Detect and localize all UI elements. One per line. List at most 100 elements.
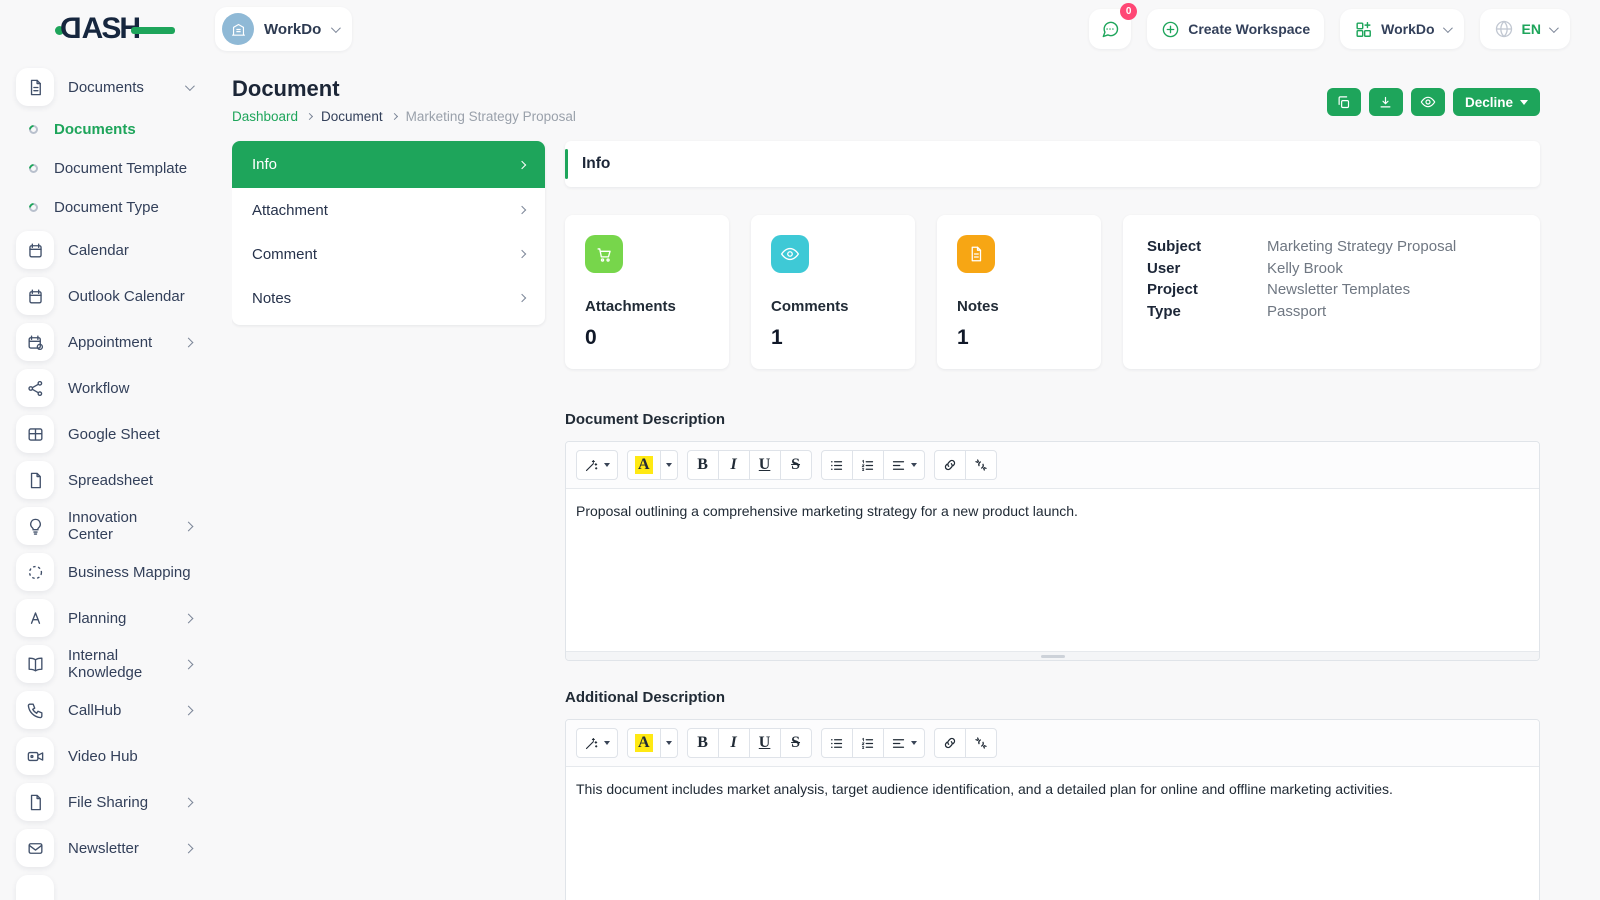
ordered-list-button[interactable] bbox=[851, 728, 884, 758]
sidebar-subitem-document-type[interactable]: Document Type bbox=[16, 192, 232, 223]
create-workspace-button[interactable]: Create Workspace bbox=[1147, 9, 1325, 49]
sidebar-item-google-sheet[interactable]: Google Sheet bbox=[16, 415, 232, 453]
workspace-selector[interactable]: WorkDo bbox=[215, 7, 353, 51]
strikethrough-button[interactable]: S bbox=[779, 450, 812, 480]
workdo-menu-button[interactable]: WorkDo bbox=[1340, 9, 1464, 49]
chat-bubble-icon bbox=[1102, 21, 1119, 38]
file-icon bbox=[16, 783, 54, 821]
sidebar-item-innovation-center[interactable]: Innovation Center bbox=[16, 507, 232, 545]
document-details-card: Subject Marketing Strategy Proposal User… bbox=[1123, 215, 1540, 369]
file-icon bbox=[16, 461, 54, 499]
sidebar-item-video-hub[interactable]: Video Hub bbox=[16, 737, 232, 775]
sidebar-item-documents-parent[interactable]: Documents bbox=[16, 68, 232, 106]
sidebar: Documents Documents Document Template Do… bbox=[0, 58, 232, 900]
breadcrumb-dashboard-link[interactable]: Dashboard bbox=[232, 109, 298, 124]
sidebar-item-file-sharing[interactable]: File Sharing bbox=[16, 783, 232, 821]
sidebar-item-newsletter[interactable]: Newsletter bbox=[16, 829, 232, 867]
phone-icon bbox=[16, 691, 54, 729]
chevron-right-icon bbox=[183, 843, 194, 853]
download-button[interactable] bbox=[1368, 88, 1403, 116]
bold-button[interactable]: B bbox=[686, 450, 719, 480]
unordered-list-button[interactable] bbox=[820, 728, 853, 758]
sidebar-item-callhub[interactable]: CallHub bbox=[16, 691, 232, 729]
sidebar-item-workflow[interactable]: Workflow bbox=[16, 369, 232, 407]
sidebar-item-business-mapping[interactable]: Business Mapping bbox=[16, 553, 232, 591]
detail-row-subject: Subject Marketing Strategy Proposal bbox=[1147, 238, 1457, 255]
stat-label: Notes bbox=[957, 298, 999, 315]
tab-attachment[interactable]: Attachment bbox=[232, 188, 545, 232]
sidebar-item-spreadsheet[interactable]: Spreadsheet bbox=[16, 461, 232, 499]
sidebar-item-calendar[interactable]: Calendar bbox=[16, 231, 232, 269]
sidebar-item-appointment[interactable]: Appointment bbox=[16, 323, 232, 361]
insert-link-button[interactable] bbox=[933, 728, 966, 758]
partial-icon bbox=[16, 875, 54, 900]
chevron-right-icon bbox=[183, 521, 194, 531]
align-left-icon bbox=[892, 738, 904, 748]
decline-dropdown-button[interactable]: Decline bbox=[1452, 88, 1540, 116]
info-panel-header: Info bbox=[565, 141, 1540, 187]
download-icon bbox=[1381, 96, 1391, 107]
sidebar-item-internal-knowledge[interactable]: Internal Knowledge bbox=[16, 645, 232, 683]
unlink-button[interactable] bbox=[964, 450, 997, 480]
file-text-icon bbox=[16, 68, 54, 106]
font-color-dropdown[interactable] bbox=[659, 728, 678, 758]
sidebar-item-planning[interactable]: Planning bbox=[16, 599, 232, 637]
chevron-right-icon bbox=[183, 613, 194, 623]
preview-button[interactable] bbox=[1410, 88, 1445, 116]
italic-button[interactable]: I bbox=[717, 450, 750, 480]
dash-logo[interactable]: DASH bbox=[55, 12, 175, 46]
additional-description-text[interactable]: This document includes market analysis, … bbox=[566, 767, 1539, 900]
unlink-icon bbox=[974, 459, 987, 471]
stat-label: Comments bbox=[771, 298, 849, 315]
workspace-avatar bbox=[222, 13, 255, 45]
caret-down-icon bbox=[665, 741, 672, 745]
underline-button[interactable]: U bbox=[748, 728, 781, 758]
paragraph-align-button[interactable] bbox=[882, 450, 925, 480]
caret-down-icon bbox=[910, 741, 917, 745]
font-color-button[interactable]: A bbox=[627, 728, 661, 758]
underline-button[interactable]: U bbox=[748, 450, 781, 480]
insert-link-button[interactable] bbox=[933, 450, 966, 480]
language-selector[interactable]: EN bbox=[1479, 9, 1570, 49]
book-icon bbox=[16, 645, 54, 683]
calendar-icon bbox=[16, 231, 54, 269]
sidebar-subitem-document-template[interactable]: Document Template bbox=[16, 153, 232, 184]
chevron-right-icon bbox=[517, 205, 527, 215]
eye-icon bbox=[1420, 96, 1436, 108]
sidebar-subitem-documents[interactable]: Documents bbox=[16, 114, 232, 145]
breadcrumb-document-link[interactable]: Document bbox=[321, 109, 383, 124]
copy-button[interactable] bbox=[1326, 88, 1361, 116]
style-dropdown-button[interactable] bbox=[576, 450, 618, 480]
breadcrumb: Dashboard Document Marketing Strategy Pr… bbox=[232, 109, 576, 124]
messages-button[interactable]: 0 bbox=[1089, 3, 1138, 49]
font-color-dropdown[interactable] bbox=[659, 450, 678, 480]
main-content: Document Dashboard Document Marketing St… bbox=[232, 58, 1600, 900]
tab-comment[interactable]: Comment bbox=[232, 232, 545, 276]
grid-add-icon bbox=[1356, 21, 1372, 37]
style-dropdown-button[interactable] bbox=[576, 728, 618, 758]
font-color-button[interactable]: A bbox=[627, 450, 661, 480]
building-icon bbox=[231, 23, 245, 36]
tab-info[interactable]: Info bbox=[232, 141, 545, 188]
ordered-list-button[interactable] bbox=[851, 450, 884, 480]
document-description-text[interactable]: Proposal outlining a comprehensive marke… bbox=[566, 489, 1539, 651]
editor-toolbar: A B I U S bbox=[566, 720, 1539, 767]
top-header: DASH WorkDo 0 Create Workspace WorkDo EN bbox=[0, 0, 1600, 58]
plus-circle-icon bbox=[1162, 21, 1179, 37]
editor-resize-handle[interactable] bbox=[566, 651, 1539, 660]
bold-button[interactable]: B bbox=[686, 728, 719, 758]
sidebar-item-partial[interactable] bbox=[16, 875, 232, 900]
paragraph-align-button[interactable] bbox=[882, 728, 925, 758]
editor-toolbar: A B I U S bbox=[566, 442, 1539, 489]
chevron-right-icon bbox=[517, 160, 527, 169]
unordered-list-button[interactable] bbox=[820, 450, 853, 480]
detail-row-project: Project Newsletter Templates bbox=[1147, 281, 1411, 298]
stat-card-comments: Comments 1 bbox=[751, 215, 915, 369]
sidebar-item-outlook-calendar[interactable]: Outlook Calendar bbox=[16, 277, 232, 315]
strikethrough-button[interactable]: S bbox=[779, 728, 812, 758]
unlink-button[interactable] bbox=[964, 728, 997, 758]
logo-text: DASH bbox=[62, 12, 141, 45]
italic-button[interactable]: I bbox=[717, 728, 750, 758]
table-icon bbox=[16, 415, 54, 453]
tab-notes[interactable]: Notes bbox=[232, 276, 545, 320]
